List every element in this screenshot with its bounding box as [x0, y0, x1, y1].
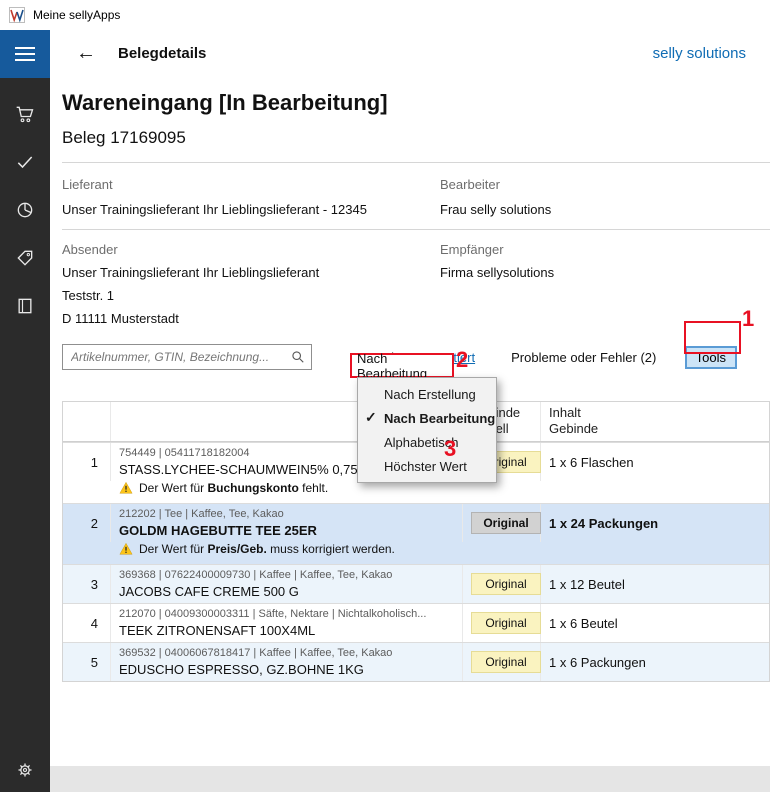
row-number: 3	[63, 565, 111, 603]
row-number: 2	[63, 504, 111, 542]
content-cell: 1 x 12 Beutel	[541, 565, 769, 603]
article-name: GOLDM HAGEBUTTE TEE 25ER	[119, 523, 454, 538]
page-title: Belegdetails	[118, 45, 206, 62]
window-title: Meine sellyApps	[33, 8, 120, 22]
cart-icon[interactable]	[15, 104, 35, 124]
document-number: Beleg 17169095	[62, 128, 770, 148]
search-icon[interactable]	[291, 350, 305, 364]
absender-line2: Teststr. 1	[62, 288, 440, 303]
pie-chart-icon[interactable]	[15, 200, 35, 220]
menu-item-nach-bearbeitung[interactable]: ✓ Nach Bearbeitung	[358, 406, 496, 430]
content-cell: 1 x 6 Beutel	[541, 604, 769, 642]
article-meta: 212202 | Tee | Kaffee, Tee, Kakao	[119, 508, 454, 520]
appbar: ← Belegdetails selly solutions	[50, 30, 770, 76]
menu-icon[interactable]	[0, 30, 50, 78]
table-row-selected[interactable]: 2 212202 | Tee | Kaffee, Tee, Kakao GOLD…	[63, 503, 769, 564]
settings-icon[interactable]	[15, 760, 35, 780]
row-number: 1	[63, 443, 111, 481]
app-window: Meine sellyApps	[0, 0, 770, 792]
absender-line1: Unser Trainingslieferant Ihr Lieblingsli…	[62, 265, 440, 280]
status-badge: Original	[471, 573, 541, 595]
status-badge: Original	[471, 512, 541, 534]
status-badge: Original	[471, 651, 541, 673]
content-cell: 1 x 24 Packungen	[541, 504, 769, 542]
brand-label: selly solutions	[653, 45, 746, 62]
sidebar	[0, 30, 50, 792]
absender-line3: D 11111 Musterstadt	[62, 311, 440, 326]
annotation-number-1: 1	[742, 306, 754, 332]
article-name: JACOBS CAFE CREME 500 G	[119, 584, 454, 599]
content-cell: 1 x 6 Flaschen	[541, 443, 769, 481]
article-meta: 369532 | 04006067818417 | Kaffee | Kaffe…	[119, 647, 454, 659]
content-cell: 1 x 6 Packungen	[541, 643, 769, 681]
warning-message: Der Wert für Preis/Geb. muss korrigiert …	[63, 542, 769, 564]
menu-item-nach-erstellung[interactable]: Nach Erstellung	[358, 382, 496, 406]
header-content-col: Inhalt Gebinde	[541, 402, 769, 441]
lieferant-value: Unser Trainingslieferant Ihr Lieblingsli…	[62, 202, 440, 217]
row-number: 4	[63, 604, 111, 642]
warning-icon	[119, 542, 133, 556]
back-arrow-icon[interactable]: ←	[76, 43, 96, 63]
status-badge: Original	[471, 612, 541, 634]
table-row[interactable]: 4 212070 | 04009300003311 | Säfte, Nekta…	[63, 603, 769, 642]
checkmark-icon: ✓	[365, 409, 377, 426]
annotation-number-3: 3	[444, 436, 456, 462]
checkmark-icon[interactable]	[15, 152, 35, 172]
article-name: EDUSCHO ESPRESSO, GZ.BOHNE 1KG	[119, 662, 454, 677]
menu-item-alphabetisch[interactable]: Alphabetisch	[358, 430, 496, 454]
menu-item-hoechster-wert[interactable]: Höchster Wert	[358, 454, 496, 478]
search-input[interactable]	[69, 349, 291, 365]
titlebar: Meine sellyApps	[0, 0, 770, 30]
absender-label: Absender	[62, 242, 440, 257]
article-name: TEEK ZITRONENSAFT 100X4ML	[119, 623, 454, 638]
problems-filter[interactable]: Probleme oder Fehler (2)	[511, 350, 656, 365]
annotation-number-2: 2	[456, 347, 468, 373]
row-number: 5	[63, 643, 111, 681]
table-row[interactable]: 3 369368 | 07622400009730 | Kaffee | Kaf…	[63, 564, 769, 603]
empfaenger-value: Firma sellysolutions	[440, 265, 770, 280]
article-meta: 369368 | 07622400009730 | Kaffee | Kaffe…	[119, 569, 454, 581]
book-icon[interactable]	[15, 296, 35, 316]
tag-icon[interactable]	[15, 248, 35, 268]
search-box[interactable]	[62, 344, 312, 370]
status-bar	[50, 766, 770, 792]
warning-icon	[119, 481, 133, 495]
sort-dropdown-menu: Nach Erstellung ✓ Nach Bearbeitung Alpha…	[357, 377, 497, 483]
warning-message: Der Wert für Buchungskonto fehlt.	[63, 481, 769, 503]
document-title: Wareneingang [In Bearbeitung]	[62, 90, 770, 116]
article-meta: 212070 | 04009300003311 | Säfte, Nektare…	[119, 608, 454, 620]
bearbeiter-label: Bearbeiter	[440, 177, 770, 192]
bearbeiter-value: Frau selly solutions	[440, 202, 770, 217]
table-row[interactable]: 5 369532 | 04006067818417 | Kaffee | Kaf…	[63, 642, 769, 681]
lieferant-label: Lieferant	[62, 177, 440, 192]
tools-button[interactable]: Tools	[685, 346, 737, 369]
empfaenger-label: Empfänger	[440, 242, 770, 257]
current-sort-value[interactable]: Nach Bearbeitung	[350, 353, 454, 378]
header-number-col	[63, 402, 111, 441]
app-logo-icon	[9, 7, 25, 23]
